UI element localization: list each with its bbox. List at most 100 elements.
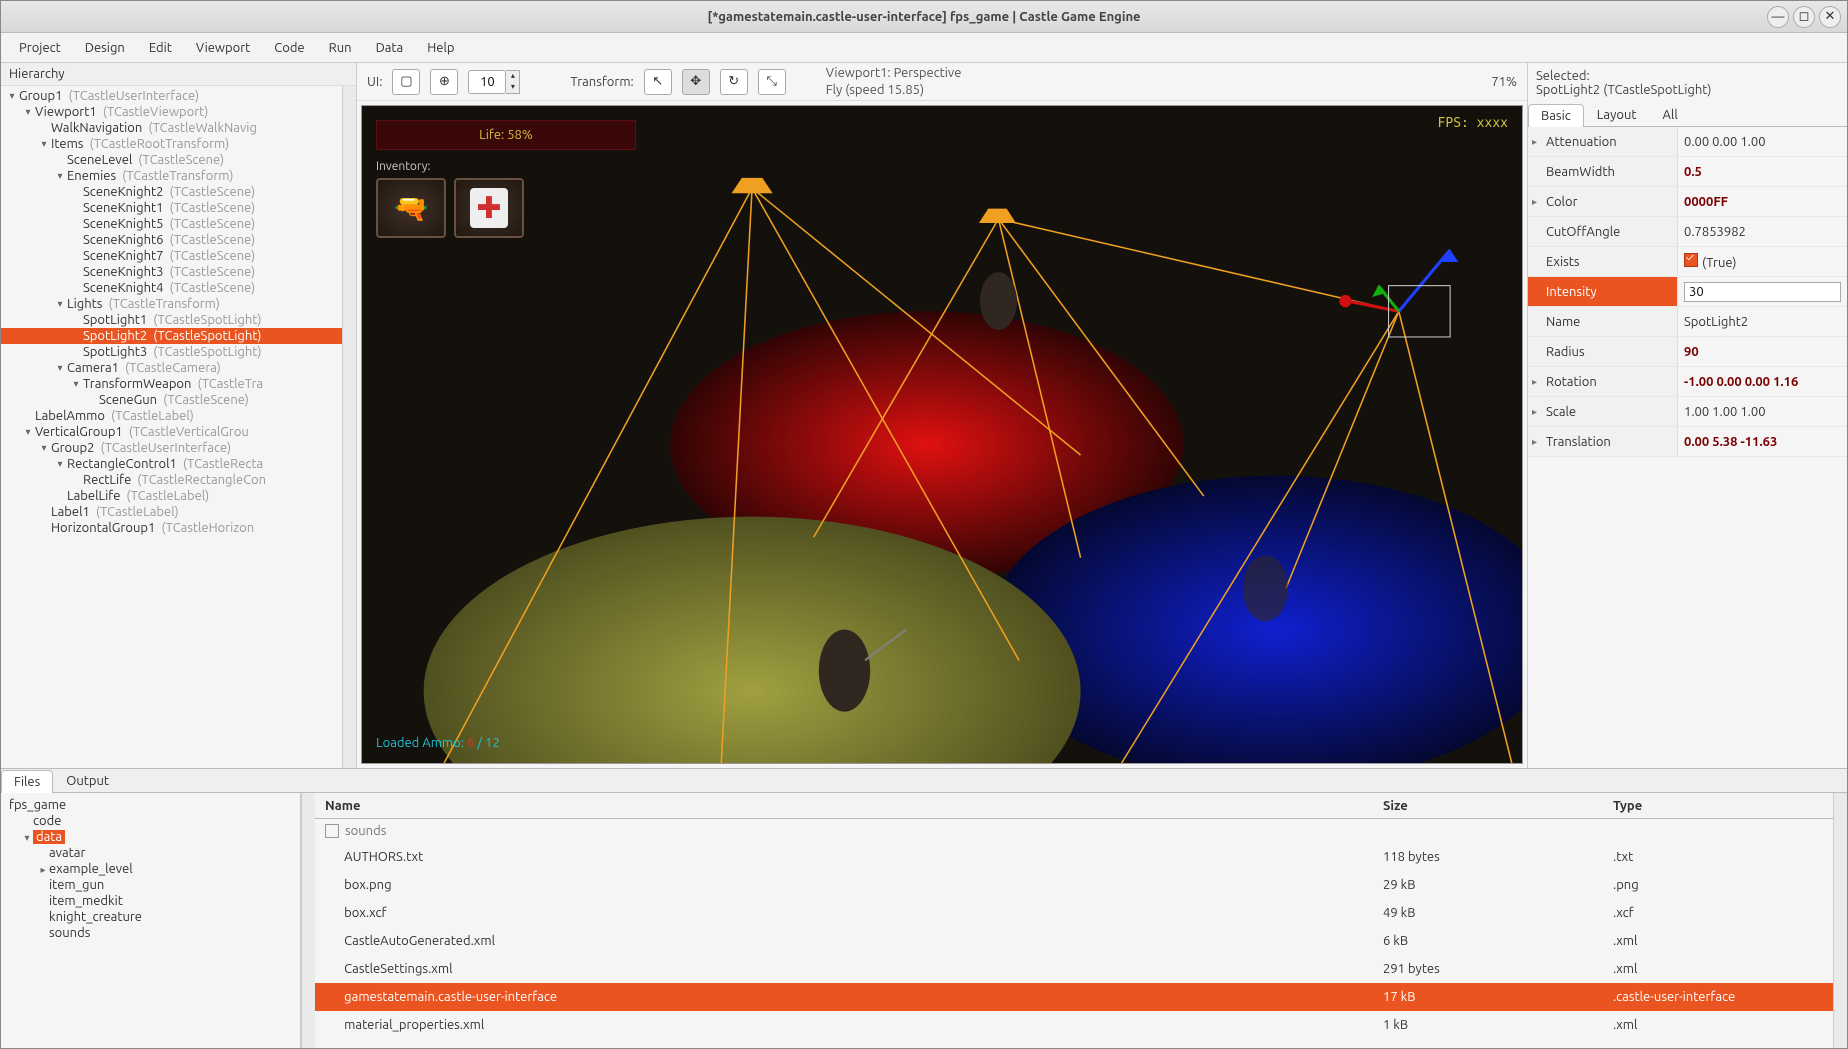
tool-move[interactable]: ✥ xyxy=(682,69,710,95)
close-button[interactable]: ✕ xyxy=(1819,6,1841,28)
tree-node-Group2[interactable]: ▾Group2(TCastleUserInterface) xyxy=(1,440,342,456)
ft-node-knight_creature[interactable]: knight_creature xyxy=(5,909,296,925)
ft-node-item_gun[interactable]: item_gun xyxy=(5,877,296,893)
tree-node-RectangleControl1[interactable]: ▾RectangleControl1(TCastleRecta xyxy=(1,456,342,472)
tree-node-LabelLife[interactable]: LabelLife(TCastleLabel) xyxy=(1,488,342,504)
prop-row-beamwidth[interactable]: BeamWidth0.5 xyxy=(1528,157,1847,187)
prop-value[interactable]: 0.7853982 xyxy=(1678,225,1847,239)
prop-expand-icon[interactable]: ▸ xyxy=(1532,136,1537,148)
tree-node-SpotLight3[interactable]: SpotLight3(TCastleSpotLight) xyxy=(1,344,342,360)
prop-expand-icon[interactable]: ▸ xyxy=(1532,406,1537,418)
menu-project[interactable]: Project xyxy=(9,37,71,59)
tree-node-Camera1[interactable]: ▾Camera1(TCastleCamera) xyxy=(1,360,342,376)
prop-value[interactable]: 1.00 1.00 1.00 xyxy=(1678,405,1847,419)
property-grid[interactable]: Attenuation▸0.00 0.00 1.00BeamWidth0.5Co… xyxy=(1528,127,1847,768)
file-row-gamestatemain.castle-user-interface[interactable]: gamestatemain.castle-user-interface17 kB… xyxy=(315,983,1833,1011)
prop-row-exists[interactable]: Exists(True) xyxy=(1528,247,1847,277)
ft-node-example_level[interactable]: ▸example_level xyxy=(5,861,296,877)
prop-tab-all[interactable]: All xyxy=(1649,103,1690,126)
tree-node-SceneLevel[interactable]: SceneLevel(TCastleScene) xyxy=(1,152,342,168)
hierarchy-tree[interactable]: ▾Group1(TCastleUserInterface)▾Viewport1(… xyxy=(1,86,342,768)
prop-row-name[interactable]: NameSpotLight2 xyxy=(1528,307,1847,337)
tree-node-SceneKnight5[interactable]: SceneKnight5(TCastleScene) xyxy=(1,216,342,232)
file-list[interactable]: soundsAUTHORS.txt118 bytes.txtbox.png29 … xyxy=(315,819,1833,1048)
minimize-button[interactable]: — xyxy=(1767,6,1789,28)
file-folder-cut[interactable]: sounds xyxy=(315,819,1833,843)
menu-help[interactable]: Help xyxy=(417,37,464,59)
tree-node-SceneGun[interactable]: SceneGun(TCastleScene) xyxy=(1,392,342,408)
prop-value[interactable]: -1.00 0.00 0.00 1.16 xyxy=(1678,375,1847,389)
menu-run[interactable]: Run xyxy=(319,37,362,59)
prop-row-intensity[interactable]: Intensity xyxy=(1528,277,1847,307)
bottom-tab-files[interactable]: Files xyxy=(1,770,53,793)
prop-row-color[interactable]: Color▸0000FF xyxy=(1528,187,1847,217)
file-row-CastleSettings.xml[interactable]: CastleSettings.xml291 bytes.xml xyxy=(315,955,1833,983)
checkbox-icon[interactable] xyxy=(1684,253,1698,267)
menu-code[interactable]: Code xyxy=(264,37,314,59)
tree-node-LabelAmmo[interactable]: LabelAmmo(TCastleLabel) xyxy=(1,408,342,424)
tree-twisty[interactable]: ▾ xyxy=(37,138,51,150)
ft-node-avatar[interactable]: avatar xyxy=(5,845,296,861)
prop-value[interactable]: 90 xyxy=(1678,345,1847,359)
prop-value[interactable]: (True) xyxy=(1678,253,1847,270)
tree-twisty[interactable]: ▾ xyxy=(53,362,67,374)
tree-node-SceneKnight1[interactable]: SceneKnight1(TCastleScene) xyxy=(1,200,342,216)
tool-rotate[interactable]: ↻ xyxy=(720,69,748,95)
tree-twisty[interactable]: ▾ xyxy=(53,298,67,310)
file-row-material_properties.xml[interactable]: material_properties.xml1 kB.xml xyxy=(315,1011,1833,1039)
file-row-box.png[interactable]: box.png29 kB.png xyxy=(315,871,1833,899)
tree-node-Lights[interactable]: ▾Lights(TCastleTransform) xyxy=(1,296,342,312)
tree-twisty[interactable]: ▾ xyxy=(69,378,83,390)
tree-node-RectLife[interactable]: RectLife(TCastleRectangleCon xyxy=(1,472,342,488)
tree-node-SceneKnight4[interactable]: SceneKnight4(TCastleScene) xyxy=(1,280,342,296)
file-list-header[interactable]: Name Size Type xyxy=(315,793,1833,819)
prop-expand-icon[interactable]: ▸ xyxy=(1532,436,1537,448)
tree-twisty[interactable]: ▾ xyxy=(53,170,67,182)
tree-node-SceneKnight6[interactable]: SceneKnight6(TCastleScene) xyxy=(1,232,342,248)
tree-node-VerticalGroup1[interactable]: ▾VerticalGroup1(TCastleVerticalGrou xyxy=(1,424,342,440)
tool-scale[interactable]: ⤡ xyxy=(758,69,786,95)
hierarchy-scrollbar[interactable] xyxy=(342,86,356,768)
file-row-AUTHORS.txt[interactable]: AUTHORS.txt118 bytes.txt xyxy=(315,843,1833,871)
ui-anchor-button[interactable]: ⊕ xyxy=(430,69,458,95)
prop-value[interactable] xyxy=(1678,282,1847,302)
tree-node-Viewport1[interactable]: ▾Viewport1(TCastleViewport) xyxy=(1,104,342,120)
tree-node-Label1[interactable]: Label1(TCastleLabel) xyxy=(1,504,342,520)
tree-node-HorizontalGroup1[interactable]: HorizontalGroup1(TCastleHorizon xyxy=(1,520,342,536)
tree-node-Items[interactable]: ▾Items(TCastleRootTransform) xyxy=(1,136,342,152)
col-name-header[interactable]: Name xyxy=(315,796,1373,816)
ui-select-button[interactable]: ▢ xyxy=(392,69,420,95)
ft-root[interactable]: fps_game xyxy=(5,797,296,813)
prop-expand-icon[interactable]: ▸ xyxy=(1532,376,1537,388)
menu-design[interactable]: Design xyxy=(75,37,135,59)
tree-node-Enemies[interactable]: ▾Enemies(TCastleTransform) xyxy=(1,168,342,184)
tree-node-SceneKnight7[interactable]: SceneKnight7(TCastleScene) xyxy=(1,248,342,264)
file-row-CastleAutoGenerated.xml[interactable]: CastleAutoGenerated.xml6 kB.xml xyxy=(315,927,1833,955)
checkbox-icon[interactable] xyxy=(325,824,339,838)
tree-twisty[interactable]: ▾ xyxy=(37,442,51,454)
prop-row-radius[interactable]: Radius90 xyxy=(1528,337,1847,367)
snap-input[interactable] xyxy=(468,70,506,94)
ft-node-item_medkit[interactable]: item_medkit xyxy=(5,893,296,909)
tree-twisty[interactable]: ▾ xyxy=(21,426,35,438)
snap-spinner[interactable]: ▴▾ xyxy=(506,70,520,94)
ft-node-sounds[interactable]: sounds xyxy=(5,925,296,941)
tree-twisty[interactable]: ▾ xyxy=(5,90,19,102)
tree-node-SceneKnight3[interactable]: SceneKnight3(TCastleScene) xyxy=(1,264,342,280)
bottom-tab-output[interactable]: Output xyxy=(53,769,122,792)
file-tree[interactable]: fps_gamecode▾dataavatar▸example_levelite… xyxy=(1,793,301,1048)
tree-twisty[interactable]: ▾ xyxy=(21,106,35,118)
prop-value[interactable]: 0.00 0.00 1.00 xyxy=(1678,135,1847,149)
tool-pointer[interactable]: ↖ xyxy=(644,69,672,95)
prop-value[interactable]: 0.5 xyxy=(1678,165,1847,179)
col-size-header[interactable]: Size xyxy=(1373,796,1603,816)
prop-tab-basic[interactable]: Basic xyxy=(1528,104,1584,127)
tree-node-Group1[interactable]: ▾Group1(TCastleUserInterface) xyxy=(1,88,342,104)
menu-viewport[interactable]: Viewport xyxy=(186,37,260,59)
tree-node-SpotLight2[interactable]: SpotLight2(TCastleSpotLight) xyxy=(1,328,342,344)
prop-row-rotation[interactable]: Rotation▸-1.00 0.00 0.00 1.16 xyxy=(1528,367,1847,397)
file-tree-scrollbar[interactable] xyxy=(301,793,315,1048)
file-list-scrollbar[interactable] xyxy=(1833,793,1847,1048)
tree-node-SceneKnight2[interactable]: SceneKnight2(TCastleScene) xyxy=(1,184,342,200)
menu-data[interactable]: Data xyxy=(366,37,414,59)
